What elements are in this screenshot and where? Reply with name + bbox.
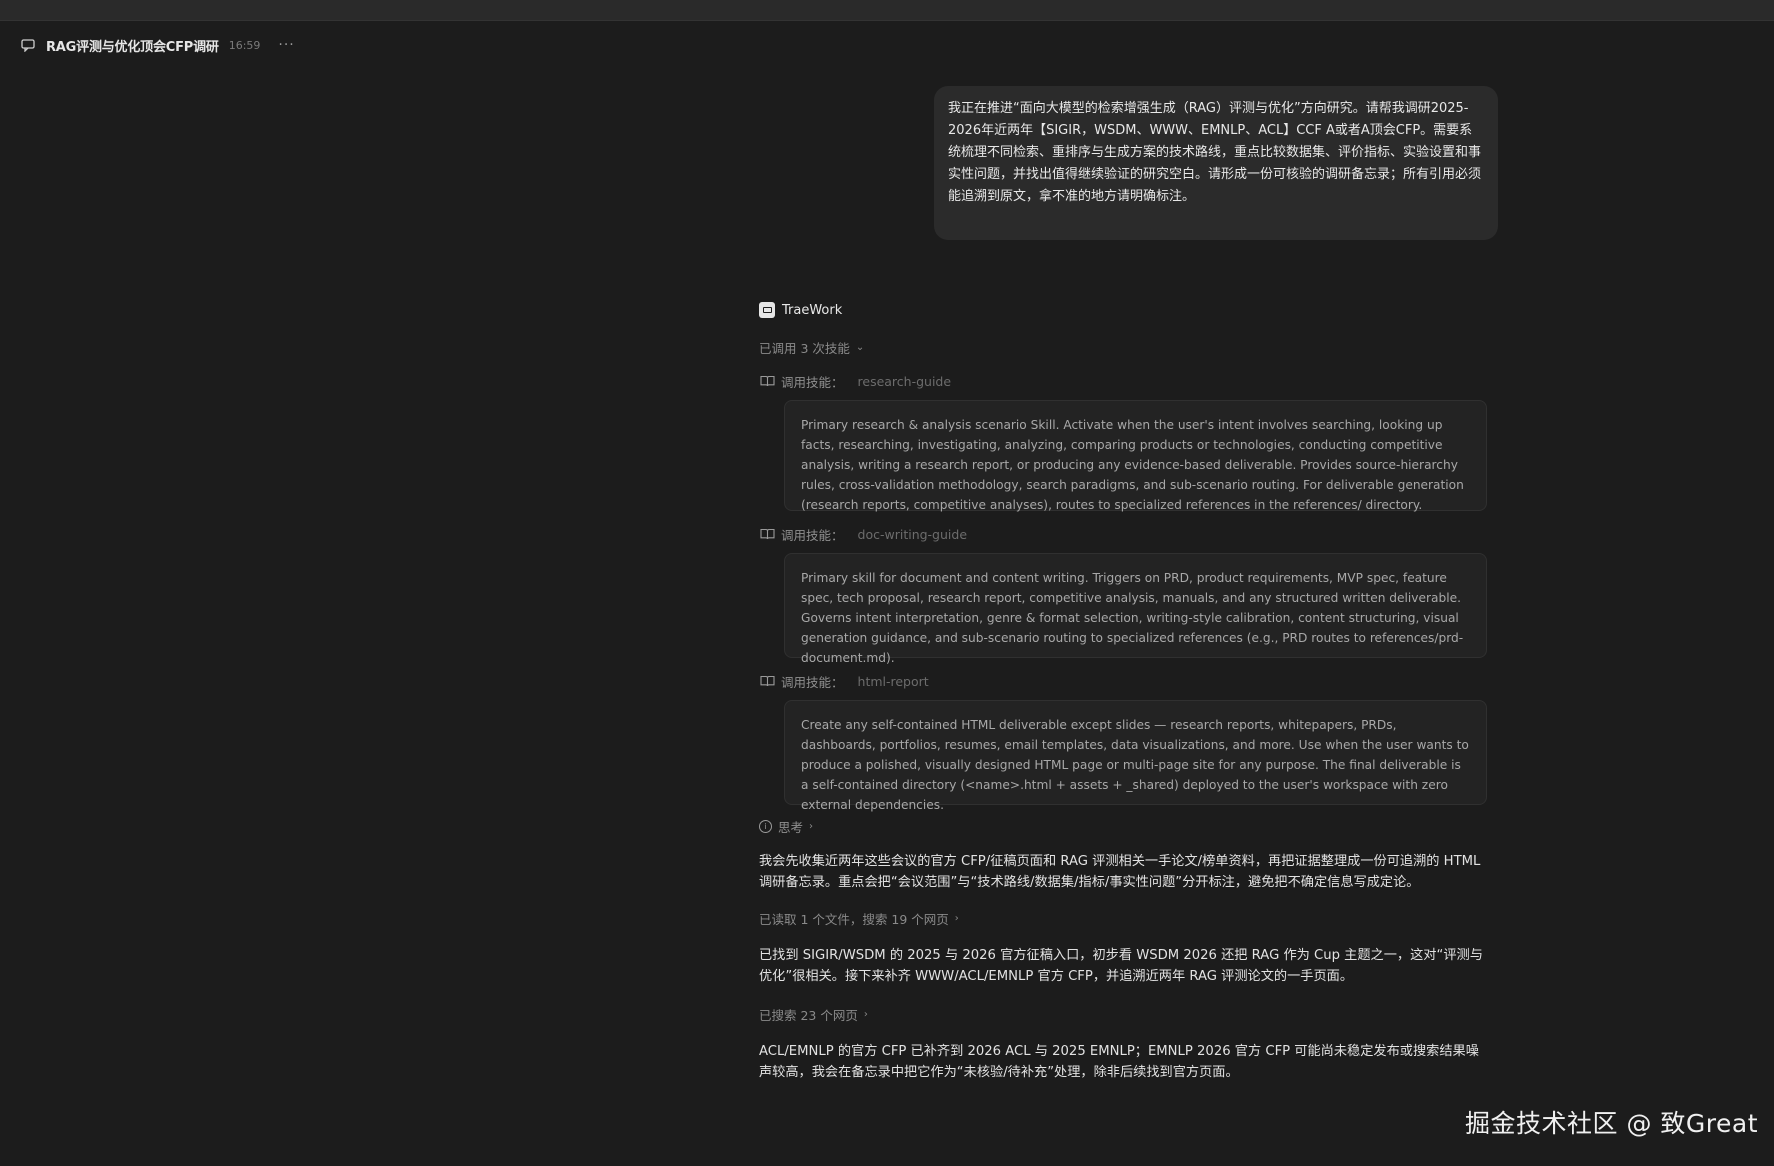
skill-description-box: Create any self-contained HTML deliverab…	[784, 700, 1487, 812]
skill-call-label: 调用技能：	[781, 527, 844, 543]
thinking-toggle[interactable]: i 思考 ›	[759, 817, 1487, 835]
assistant-paragraph: ACL/EMNLP 的官方 CFP 已补齐到 2026 ACL 与 2025 E…	[759, 1044, 1479, 1080]
status-label: 已读取 1 个文件，搜索 19 个网页	[759, 911, 949, 927]
chevron-down-icon: ⌄	[855, 341, 865, 353]
book-icon	[759, 374, 775, 388]
skill-name: research-guide	[857, 373, 952, 389]
book-icon	[759, 674, 775, 688]
skill-name: doc-writing-guide	[857, 526, 968, 542]
skill-call-html-report[interactable]: 调用技能： html-report	[759, 672, 1487, 690]
conversation-header: RAG评测与优化顶会CFP调研 16:59 ···	[20, 34, 295, 56]
search-status-toggle[interactable]: 已搜索 23 个网页 ›	[759, 1005, 1487, 1023]
skill-call-doc-writing-guide[interactable]: 调用技能： doc-writing-guide	[759, 525, 1487, 543]
skill-description-box: Primary skill for document and content w…	[784, 553, 1487, 665]
skill-description-box: Primary research & analysis scenario Ski…	[784, 400, 1487, 512]
agent-name: TraeWork	[782, 302, 843, 318]
skills-summary-toggle[interactable]: 已调用 3 次技能 ⌄	[759, 338, 1487, 356]
thinking-icon: i	[759, 819, 772, 833]
book-icon	[759, 527, 775, 541]
agent-header: TraeWork	[759, 300, 1487, 320]
more-options-icon[interactable]: ···	[278, 37, 294, 53]
chevron-right-icon: ›	[863, 1008, 868, 1020]
chevron-right-icon: ›	[954, 912, 959, 924]
assistant-paragraph: 已找到 SIGIR/WSDM 的 2025 与 2026 官方征稿入口，初步看 …	[759, 948, 1483, 984]
skill-name: html-report	[857, 673, 929, 689]
assistant-paragraph: 我会先收集近两年这些会议的官方 CFP/征稿页面和 RAG 评测相关一手论文/榜…	[759, 854, 1481, 890]
read-search-status-toggle[interactable]: 已读取 1 个文件，搜索 19 个网页 ›	[759, 909, 1487, 927]
chevron-right-icon: ›	[809, 820, 814, 832]
skill-call-label: 调用技能：	[781, 374, 844, 390]
status-label: 已搜索 23 个网页	[759, 1007, 858, 1023]
agent-logo-icon	[759, 302, 775, 318]
window-top-strip	[0, 0, 1774, 21]
assistant-message: TraeWork 已调用 3 次技能 ⌄ 调用技能： research-guid…	[759, 300, 1487, 1083]
skills-summary-label: 已调用 3 次技能	[759, 340, 850, 356]
thinking-label: 思考	[778, 819, 804, 835]
user-message-bubble: 我正在推进“面向大模型的检索增强生成（RAG）评测与优化”方向研究。请帮我调研2…	[934, 86, 1498, 240]
skill-call-research-guide[interactable]: 调用技能： research-guide	[759, 372, 1487, 390]
conversation-time: 16:59	[228, 38, 261, 52]
chat-icon	[20, 37, 36, 53]
conversation-title[interactable]: RAG评测与优化顶会CFP调研	[46, 36, 219, 55]
skill-call-label: 调用技能：	[781, 674, 844, 690]
watermark-text: 掘金技术社区 @ 致Great	[1465, 1109, 1758, 1138]
